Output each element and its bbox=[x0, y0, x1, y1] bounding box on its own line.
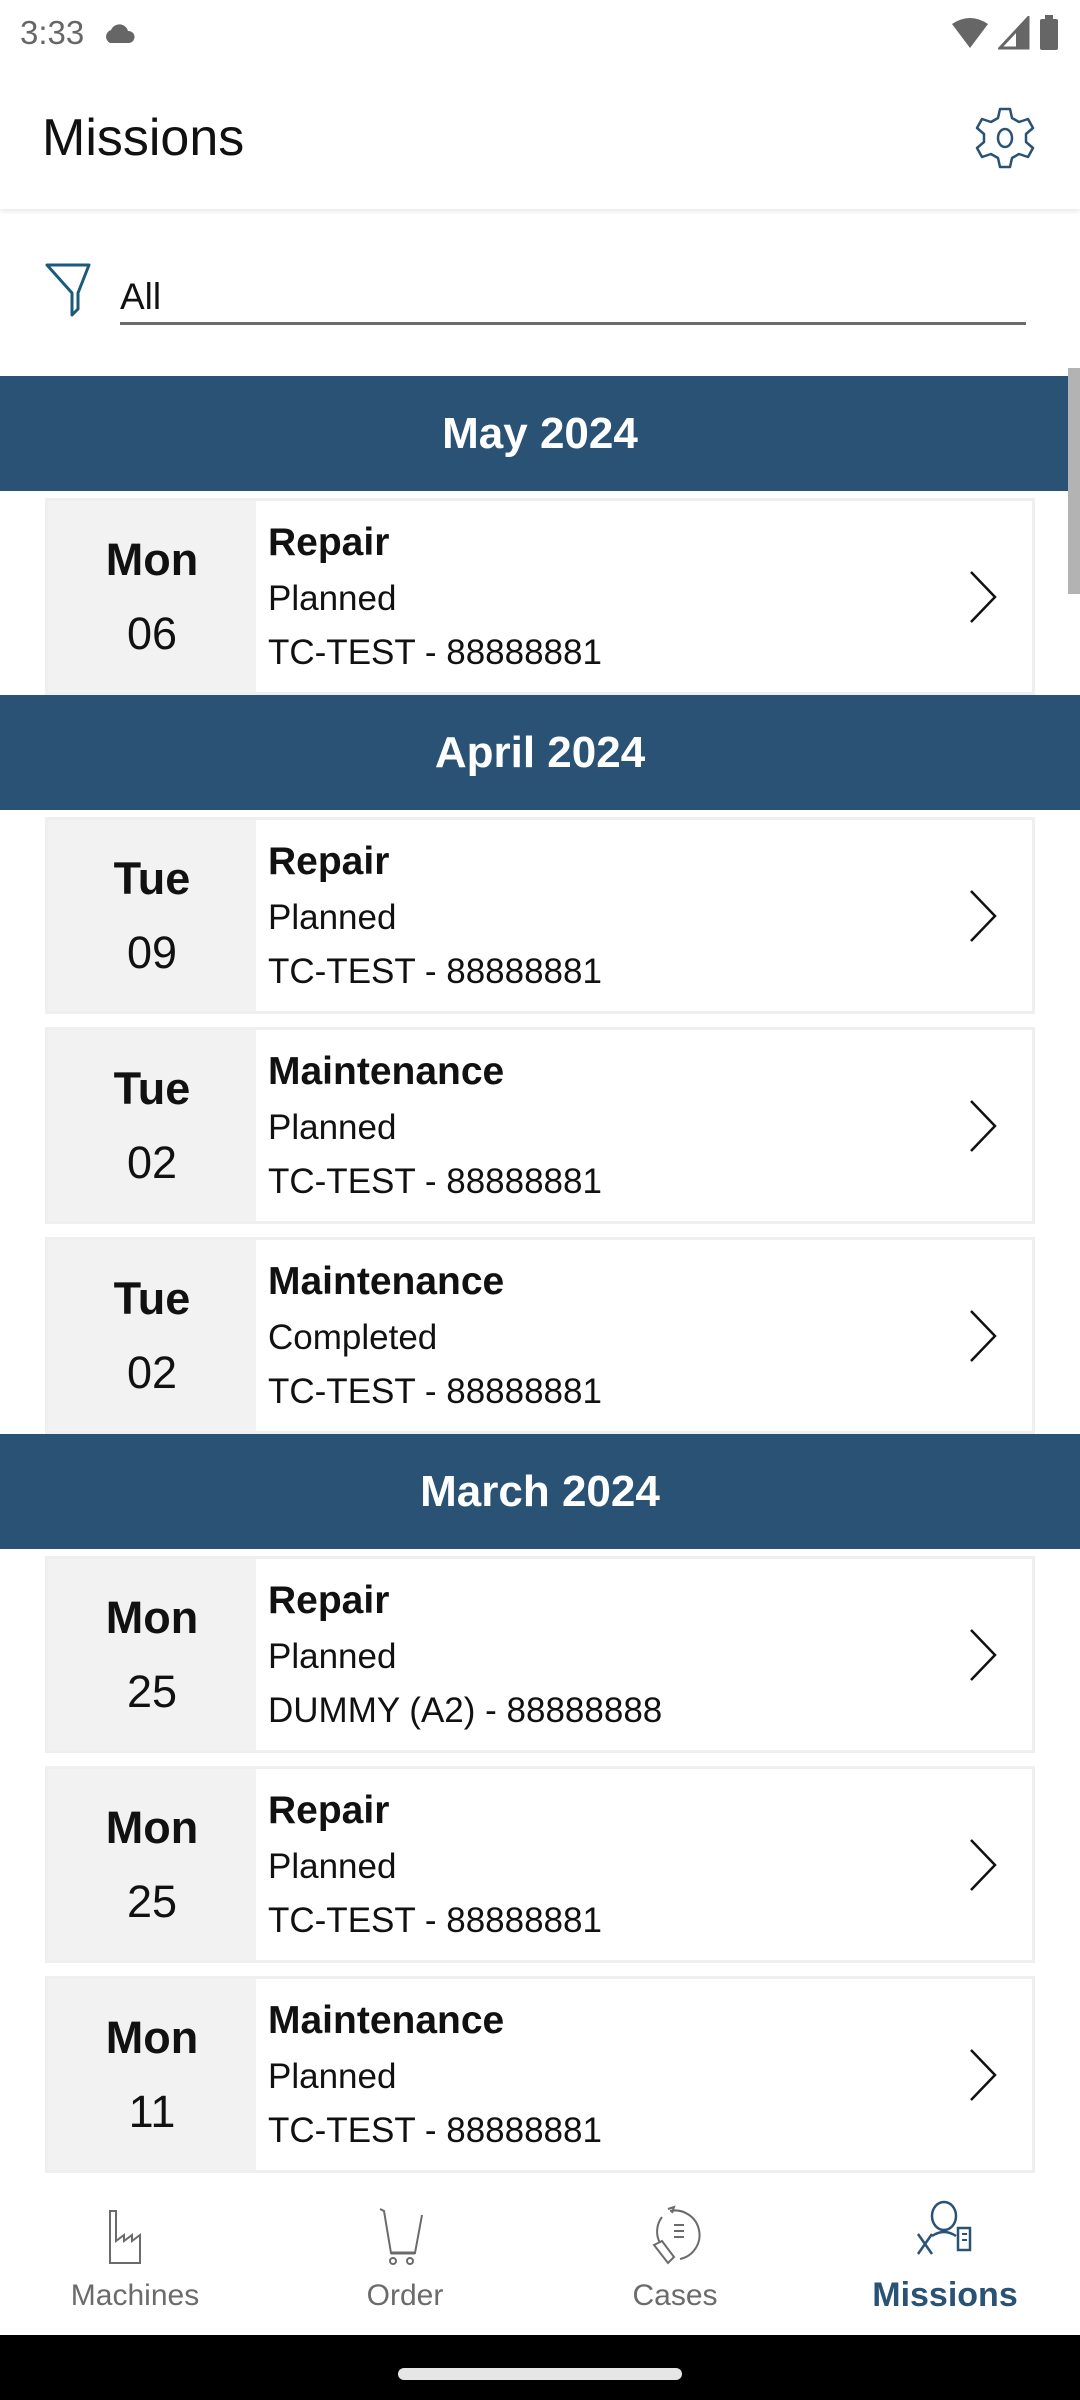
bottom-nav: Machines Order Cases Missions bbox=[0, 2178, 1080, 2335]
gear-icon[interactable] bbox=[972, 105, 1038, 171]
mission-machine: TC-TEST - 88888881 bbox=[268, 1161, 602, 1201]
factory-icon bbox=[109, 2209, 141, 2264]
mission-type: Maintenance bbox=[268, 1049, 505, 1093]
nav-missions[interactable]: Missions bbox=[810, 2178, 1080, 2335]
missions-icon bbox=[916, 2200, 972, 2255]
day-of-week: Mon bbox=[105, 533, 199, 585]
cloud-icon bbox=[106, 24, 135, 43]
mission-info: Maintenance Planned TC-TEST - 88888881 bbox=[256, 1030, 1032, 1221]
mission-status: Planned bbox=[268, 1846, 397, 1886]
home-gesture-pill[interactable] bbox=[398, 2368, 682, 2380]
mission-info: Repair Planned TC-TEST - 88888881 bbox=[256, 1769, 1032, 1960]
nav-order[interactable]: Order bbox=[270, 2178, 540, 2335]
mission-status: Planned bbox=[268, 897, 397, 937]
scrollbar[interactable] bbox=[1068, 368, 1080, 594]
day-number: 11 bbox=[128, 2085, 176, 2137]
mission-type: Repair bbox=[268, 1788, 390, 1832]
date-block: Tue 02 bbox=[48, 1240, 256, 1431]
mission-info: Repair Planned TC-TEST - 88888881 bbox=[256, 820, 1032, 1011]
day-number: 09 bbox=[126, 926, 178, 978]
mission-info: Repair Planned DUMMY (A2) - 88888888 bbox=[256, 1559, 1032, 1750]
cases-icon bbox=[652, 2204, 701, 2265]
chevron-right-icon bbox=[970, 1099, 997, 1152]
mission-card[interactable]: Mon 25 Repair Planned DUMMY (A2) - 88888… bbox=[45, 1556, 1035, 1753]
mission-machine: TC-TEST - 88888881 bbox=[268, 2110, 602, 2150]
app-bar: Missions bbox=[0, 66, 1080, 209]
chevron-right-icon bbox=[970, 2048, 997, 2101]
filter-row: All bbox=[0, 210, 1080, 376]
nav-machines[interactable]: Machines bbox=[0, 2178, 270, 2335]
mission-status: Planned bbox=[268, 1107, 397, 1147]
signal-icon bbox=[998, 16, 1030, 50]
nav-label: Missions bbox=[872, 2276, 1018, 2314]
mission-type: Maintenance bbox=[268, 1998, 505, 2042]
mission-machine: TC-TEST - 88888881 bbox=[268, 1371, 602, 1411]
battery-icon bbox=[1040, 15, 1058, 50]
mission-card[interactable]: Tue 02 Maintenance Completed TC-TEST - 8… bbox=[45, 1237, 1035, 1434]
month-header: April 2024 bbox=[0, 695, 1080, 810]
date-block: Mon 25 bbox=[48, 1769, 256, 1960]
nav-label: Cases bbox=[632, 2278, 718, 2312]
chevron-right-icon bbox=[970, 889, 997, 942]
day-number: 25 bbox=[126, 1665, 178, 1717]
mission-card[interactable]: Tue 02 Maintenance Planned TC-TEST - 888… bbox=[45, 1027, 1035, 1224]
month-header: March 2024 bbox=[0, 1434, 1080, 1549]
cart-icon bbox=[379, 2207, 423, 2265]
status-time: 3:33 bbox=[20, 14, 85, 51]
day-of-week: Tue bbox=[113, 1062, 191, 1114]
mission-card[interactable]: Mon 25 Repair Planned TC-TEST - 88888881 bbox=[45, 1766, 1035, 1963]
mission-card[interactable]: Mon 11 Maintenance Planned TC-TEST - 888… bbox=[45, 1976, 1035, 2173]
mission-status: Planned bbox=[268, 578, 397, 618]
missions-list[interactable]: May 2024 Mon 06 Repair Planned TC-TEST -… bbox=[0, 376, 1080, 2178]
nav-cases[interactable]: Cases bbox=[540, 2178, 810, 2335]
date-block: Tue 02 bbox=[48, 1030, 256, 1221]
day-of-week: Mon bbox=[105, 1591, 199, 1643]
day-number: 25 bbox=[126, 1875, 178, 1927]
mission-info: Repair Planned TC-TEST - 88888881 bbox=[256, 501, 1032, 692]
date-block: Mon 06 bbox=[48, 501, 256, 692]
day-number: 02 bbox=[126, 1136, 178, 1188]
day-number: 02 bbox=[126, 1346, 178, 1398]
day-of-week: Mon bbox=[105, 2011, 199, 2063]
mission-info: Maintenance Planned TC-TEST - 88888881 bbox=[256, 1979, 1032, 2170]
chevron-right-icon bbox=[970, 1628, 997, 1681]
date-block: Tue 09 bbox=[48, 820, 256, 1011]
month-header: May 2024 bbox=[0, 376, 1080, 491]
day-of-week: Tue bbox=[113, 852, 191, 904]
mission-machine: TC-TEST - 88888881 bbox=[268, 951, 602, 991]
mission-status: Planned bbox=[268, 2056, 397, 2096]
system-nav-bar bbox=[0, 2335, 1080, 2400]
mission-card[interactable]: Mon 06 Repair Planned TC-TEST - 88888881 bbox=[45, 498, 1035, 695]
mission-machine: DUMMY (A2) - 88888888 bbox=[268, 1690, 663, 1730]
filter-select[interactable]: All bbox=[120, 261, 1026, 325]
mission-machine: TC-TEST - 88888881 bbox=[268, 1900, 602, 1940]
day-number: 06 bbox=[126, 607, 178, 659]
date-block: Mon 25 bbox=[48, 1559, 256, 1750]
chevron-right-icon bbox=[970, 1838, 997, 1891]
nav-label: Order bbox=[366, 2278, 444, 2312]
mission-card[interactable]: Tue 09 Repair Planned TC-TEST - 88888881 bbox=[45, 817, 1035, 1014]
mission-status: Completed bbox=[268, 1317, 438, 1357]
wifi-icon bbox=[952, 18, 988, 48]
page-title: Missions bbox=[42, 108, 245, 167]
nav-label: Machines bbox=[70, 2278, 200, 2312]
mission-type: Maintenance bbox=[268, 1259, 505, 1303]
mission-type: Repair bbox=[268, 839, 390, 883]
mission-machine: TC-TEST - 88888881 bbox=[268, 632, 602, 672]
mission-status: Planned bbox=[268, 1636, 397, 1676]
chevron-right-icon bbox=[970, 570, 997, 623]
chevron-right-icon bbox=[970, 1309, 997, 1362]
filter-icon[interactable] bbox=[44, 263, 94, 317]
mission-info: Maintenance Completed TC-TEST - 88888881 bbox=[256, 1240, 1032, 1431]
mission-type: Repair bbox=[268, 1578, 390, 1622]
date-block: Mon 11 bbox=[48, 1979, 256, 2170]
day-of-week: Tue bbox=[113, 1272, 191, 1324]
status-bar: 3:33 bbox=[0, 0, 1080, 66]
mission-type: Repair bbox=[268, 520, 390, 564]
day-of-week: Mon bbox=[105, 1801, 199, 1853]
